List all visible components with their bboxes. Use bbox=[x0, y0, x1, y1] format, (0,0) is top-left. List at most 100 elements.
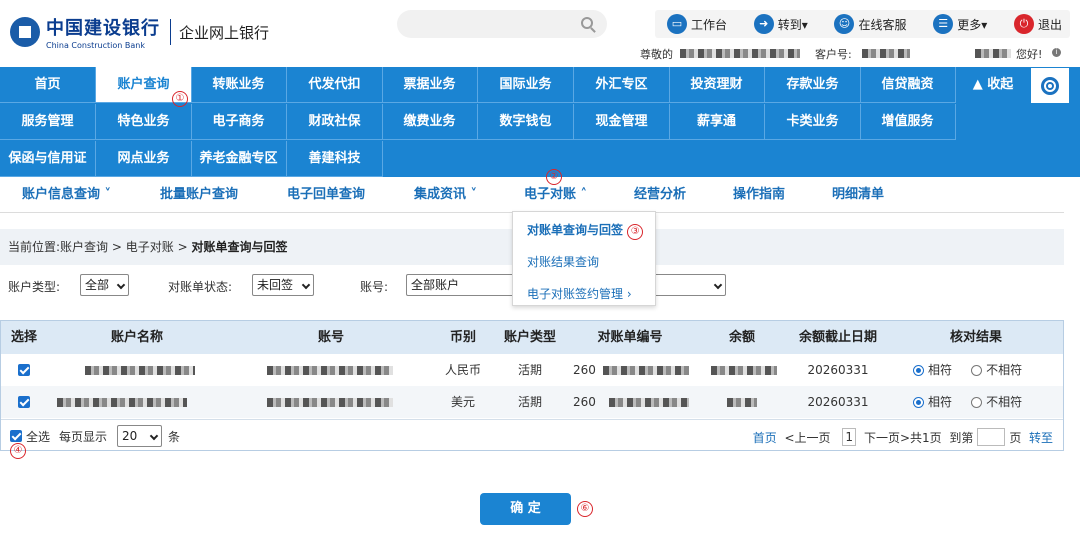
masked-statement-no bbox=[607, 386, 691, 418]
dropdown-statement-query[interactable]: 对账单查询与回签 ③ bbox=[527, 221, 644, 240]
online-service-link[interactable]: ☺ 在线客服 bbox=[834, 14, 907, 34]
masked-account-no bbox=[267, 386, 393, 418]
greeting-prefix: 尊敬的 bbox=[640, 48, 673, 61]
nav-digital-wallet[interactable]: 数字钱包 bbox=[478, 104, 574, 140]
more-label: 更多▾ bbox=[957, 17, 988, 32]
breadcrumb-prefix: 当前位置: bbox=[8, 240, 61, 254]
breadcrumb-current: 对账单查询与回签 bbox=[191, 240, 288, 254]
nav-investment[interactable]: 投资理财 bbox=[669, 67, 765, 103]
nav-deposit[interactable]: 存款业务 bbox=[765, 67, 861, 103]
statement-status-value: 未回签 bbox=[257, 278, 294, 292]
row-checkbox[interactable] bbox=[18, 364, 30, 376]
nav-international[interactable]: 国际业务 bbox=[478, 67, 574, 103]
statement-table: 选择 账户名称 账号 币别 账户类型 对账单编号 余额 余额截止日期 核对结果 … bbox=[0, 320, 1064, 459]
nomatch-label: 不相符 bbox=[986, 395, 1023, 409]
account-type-select[interactable]: 全部 bbox=[80, 274, 129, 296]
subnav-detail-list[interactable]: 明细清单 bbox=[832, 177, 884, 213]
subnav-guide[interactable]: 操作指南 bbox=[733, 177, 785, 213]
main-nav: 首页 账户查询 ① 转账业务 代发代扣 票据业务 国际业务 外汇专区 投资理财 存款业务 信贷融资服… bbox=[0, 67, 1080, 177]
col-account-no: 账号 bbox=[317, 330, 344, 345]
breadcrumb-e-reconciliation[interactable]: 电子对账 bbox=[126, 240, 174, 254]
nomatch-radio[interactable] bbox=[971, 365, 983, 376]
breadcrumb-sep: > bbox=[111, 240, 122, 254]
row-statement-no: 260 bbox=[573, 363, 596, 377]
masked-statement-no bbox=[601, 354, 691, 386]
masked-user bbox=[975, 49, 1011, 58]
subnav-integrated-info[interactable]: 集成资讯 ˅ bbox=[414, 177, 477, 213]
more-link[interactable]: ☰ 更多▾ bbox=[933, 14, 987, 34]
info-icon[interactable]: i bbox=[1052, 48, 1061, 57]
subnav-batch-account[interactable]: 批量账户查询 bbox=[160, 177, 238, 213]
nav-service-mgmt[interactable]: 服务管理 bbox=[0, 104, 96, 140]
statement-status-label: 对账单状态: bbox=[168, 280, 233, 294]
prev-page-link[interactable]: <上一页 bbox=[784, 429, 830, 446]
row-check-result: 相符 不相符 bbox=[913, 354, 1043, 386]
workbench-link[interactable]: ▭ 工作台 bbox=[667, 14, 727, 34]
step-marker-6: ⑥ bbox=[577, 501, 593, 517]
nav-e-commerce[interactable]: 电子商务 bbox=[191, 104, 287, 140]
select-all-checkbox[interactable] bbox=[10, 430, 22, 442]
confirm-button[interactable]: 确 定 bbox=[480, 493, 571, 525]
nav-shanjian-tech[interactable]: 善建科技 bbox=[287, 141, 383, 177]
nav-payroll[interactable]: 代发代扣 bbox=[287, 67, 383, 103]
goto-link[interactable]: ➜ 转到▾ bbox=[753, 14, 808, 34]
nav-fx-zone[interactable]: 外汇专区 bbox=[574, 67, 670, 103]
subnav-business-analysis[interactable]: 经营分析 bbox=[634, 177, 686, 213]
statement-status-select[interactable]: 未回签 bbox=[252, 274, 314, 296]
customer-service-icon: ☺ bbox=[834, 14, 855, 34]
masked-user-name bbox=[680, 49, 800, 58]
logout-link[interactable]: ⏻ 退出 bbox=[1013, 14, 1062, 34]
match-label: 相符 bbox=[928, 395, 953, 409]
nav-cash-mgmt[interactable]: 现金管理 bbox=[574, 104, 670, 140]
dropdown-result-query[interactable]: 对账结果查询 bbox=[527, 253, 599, 270]
dropdown-signing-management[interactable]: 电子对账签约管理 › bbox=[527, 285, 632, 302]
nav-special[interactable]: 特色业务 bbox=[96, 104, 192, 140]
nav-credit[interactable]: 信贷融资 bbox=[860, 67, 956, 103]
next-page-link[interactable]: 下一页> bbox=[864, 429, 910, 446]
subnav-account-info[interactable]: 账户信息查询 ˅ bbox=[22, 177, 111, 213]
breadcrumb-account-query[interactable]: 账户查询 bbox=[60, 240, 108, 254]
masked-account-no bbox=[267, 354, 393, 386]
row-checkbox[interactable] bbox=[18, 396, 30, 408]
chevron-down-icon bbox=[713, 280, 723, 290]
nav-transfer[interactable]: 转账业务 bbox=[191, 67, 287, 103]
bank-logo[interactable]: 中国建设银行 China Construction Bank 企业网上银行 bbox=[10, 14, 269, 50]
per-page-unit: 条 bbox=[168, 430, 181, 444]
goto-button[interactable]: 转至 bbox=[1029, 429, 1053, 446]
row-balance-date: 20260331 bbox=[807, 363, 869, 377]
collapse-nav-button[interactable]: ▲ 收起 bbox=[957, 67, 1029, 103]
settings-button[interactable] bbox=[1030, 67, 1070, 104]
nav-card[interactable]: 卡类业务 bbox=[765, 104, 861, 140]
per-page-select[interactable]: 20 bbox=[117, 425, 162, 447]
nav-guarantee-lc[interactable]: 保函与信用证 bbox=[0, 141, 96, 177]
chevron-down-icon bbox=[116, 280, 126, 290]
header: 中国建设银行 China Construction Bank 企业网上银行 ▭ … bbox=[0, 0, 1080, 66]
nav-pension[interactable]: 养老金融专区 bbox=[191, 141, 287, 177]
account-type-value: 全部 bbox=[85, 278, 110, 292]
match-radio[interactable] bbox=[913, 397, 924, 408]
row-check-result: 相符 不相符 bbox=[913, 386, 1043, 418]
nav-payment[interactable]: 缴费业务 bbox=[382, 104, 478, 140]
row-balance-date: 20260331 bbox=[807, 395, 869, 409]
masked-account-name bbox=[85, 354, 195, 386]
search-input[interactable] bbox=[397, 10, 607, 38]
col-account-name: 账户名称 bbox=[110, 330, 163, 345]
goto-page-input[interactable] bbox=[977, 428, 1006, 446]
nomatch-radio[interactable] bbox=[971, 397, 983, 408]
nav-bills[interactable]: 票据业务 bbox=[382, 67, 478, 103]
nav-value-added[interactable]: 增值服务 bbox=[860, 104, 956, 140]
logo-divider bbox=[170, 19, 171, 45]
nav-finance-social[interactable]: 财政社保 bbox=[287, 104, 383, 140]
power-icon: ⏻ bbox=[1013, 14, 1034, 34]
match-radio[interactable] bbox=[913, 365, 924, 376]
nav-branch[interactable]: 网点业务 bbox=[96, 141, 192, 177]
nav-salary[interactable]: 薪享通 bbox=[669, 104, 765, 140]
nav-home[interactable]: 首页 bbox=[0, 67, 96, 103]
step-marker-2: ② bbox=[546, 169, 562, 185]
match-label: 相符 bbox=[928, 363, 953, 377]
first-page-link[interactable]: 首页 bbox=[753, 429, 777, 446]
gear-icon bbox=[1041, 76, 1059, 95]
table-footer: 全选 每页显示 20 条 ④ 首页 <上一页 1 下一页> 共1页 到第 页 转… bbox=[1, 419, 1063, 459]
search-icon[interactable] bbox=[581, 17, 593, 29]
subnav-e-receipt[interactable]: 电子回单查询 bbox=[287, 177, 365, 213]
